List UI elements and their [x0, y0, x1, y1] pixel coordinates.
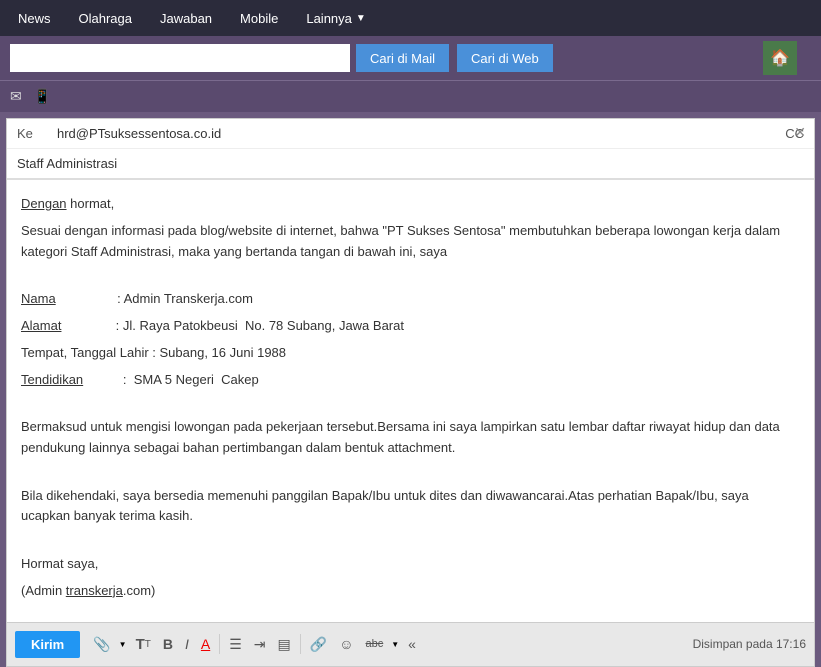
nav-item-news[interactable]: News — [4, 0, 65, 36]
mobile-icon[interactable]: 📱 — [34, 88, 51, 105]
attachment-group: 📎 ▼ — [88, 632, 128, 657]
to-label: Ke — [17, 126, 57, 141]
bold-button[interactable]: B — [158, 632, 178, 656]
nav-item-lainnya[interactable]: Lainnya ▼ — [292, 0, 379, 36]
search-right-section: 🏠 — [763, 41, 811, 75]
to-value: hrd@PTsuksessentosa.co.id — [57, 126, 785, 141]
body-alamat: Alamat : Jl. Raya Patokbeusi No. 78 Suba… — [21, 316, 800, 337]
email-compose-area: ✕ Ke hrd@PTsuksessentosa.co.id CC Staff … — [6, 118, 815, 667]
indent-icon: ⇥ — [254, 636, 266, 653]
toolbar-sep-2 — [300, 634, 301, 654]
nav-item-jawaban[interactable]: Jawaban — [146, 0, 226, 36]
text-size-small-icon: T — [145, 639, 151, 650]
search-bar: Cari di Mail Cari di Web 🏠 — [0, 36, 821, 80]
body-intro: Sesuai dengan informasi pada blog/websit… — [21, 221, 800, 263]
body-ttl: Tempat, Tanggal Lahir : Subang, 16 Juni … — [21, 343, 800, 364]
link-button[interactable]: 🔗 — [305, 632, 332, 657]
font-color-icon: A — [201, 636, 210, 652]
link-icon: 🔗 — [310, 636, 327, 653]
nav-item-mobile[interactable]: Mobile — [226, 0, 292, 36]
attachment-button[interactable]: 📎 — [88, 632, 115, 657]
email-toolbar: Kirim 📎 ▼ T T B I A ☰ ⇥ — [7, 622, 814, 666]
toolbar-sep-1 — [219, 634, 220, 654]
attachment-icon: 📎 — [93, 636, 110, 653]
list-button[interactable]: ☰ — [224, 632, 247, 657]
body-paragraph2: Bila dikehendaki, saya bersedia memenuhi… — [21, 486, 800, 528]
spell-group: abc ▼ — [361, 634, 402, 654]
send-button[interactable]: Kirim — [15, 631, 80, 658]
search-mail-button[interactable]: Cari di Mail — [356, 44, 449, 72]
email-body[interactable]: Dengan hormat, Sesuai dengan informasi p… — [7, 180, 814, 622]
spell-button[interactable]: abc — [361, 634, 389, 654]
email-header: Ke hrd@PTsuksessentosa.co.id CC Staff Ad… — [7, 119, 814, 180]
align-icon: ▤ — [278, 636, 291, 653]
spell-dropdown[interactable]: ▼ — [388, 637, 401, 652]
text-size-icon: T — [136, 636, 145, 653]
spell-icon: abc — [366, 638, 384, 650]
more-options-icon: « — [408, 636, 416, 652]
body-signature: (Admin transkerja.com) — [21, 581, 800, 602]
font-color-button[interactable]: A — [196, 632, 215, 656]
indent-button[interactable]: ⇥ — [249, 632, 271, 657]
search-input[interactable] — [10, 44, 350, 72]
close-button[interactable]: ✕ — [794, 125, 806, 139]
body-pendidikan: Tendidikan : SMA 5 Negeri Cakep — [21, 370, 800, 391]
attachment-arrow-icon: ▼ — [119, 640, 127, 649]
subject-value: Staff Administrasi — [17, 156, 804, 171]
search-web-button[interactable]: Cari di Web — [457, 44, 553, 72]
body-paragraph1: Bermaksud untuk mengisi lowongan pada pe… — [21, 417, 800, 459]
more-options-button[interactable]: « — [403, 632, 421, 656]
body-greeting: Dengan hormat, — [21, 194, 800, 215]
italic-button[interactable]: I — [180, 632, 194, 656]
email-subject-row: Staff Administrasi — [7, 149, 814, 179]
body-closing: Hormat saya, — [21, 554, 800, 575]
home-button[interactable]: 🏠 — [763, 41, 797, 75]
italic-icon: I — [185, 636, 189, 652]
bold-icon: B — [163, 636, 173, 652]
emoji-icon: ☺ — [339, 636, 353, 652]
icon-bar: ✉ 📱 — [0, 80, 821, 112]
attachment-dropdown[interactable]: ▼ — [116, 637, 129, 652]
nav-item-olahraga[interactable]: Olahraga — [65, 0, 146, 36]
spell-arrow-icon: ▼ — [391, 640, 399, 649]
saved-status: Disimpan pada 17:16 — [693, 637, 806, 651]
email-to-row: Ke hrd@PTsuksessentosa.co.id CC — [7, 119, 814, 149]
body-nama: Nama : Admin Transkerja.com — [21, 289, 800, 310]
mail-icon[interactable]: ✉ — [10, 88, 22, 105]
lainnya-dropdown-arrow: ▼ — [356, 13, 366, 24]
align-button[interactable]: ▤ — [273, 632, 296, 657]
nav-bar: News Olahraga Jawaban Mobile Lainnya ▼ — [0, 0, 821, 36]
home-icon: 🏠 — [770, 48, 790, 68]
search-left-section: Cari di Mail Cari di Web — [10, 44, 755, 72]
text-size-button[interactable]: T T — [131, 632, 156, 657]
list-icon: ☰ — [229, 636, 242, 653]
emoji-button[interactable]: ☺ — [334, 632, 358, 656]
